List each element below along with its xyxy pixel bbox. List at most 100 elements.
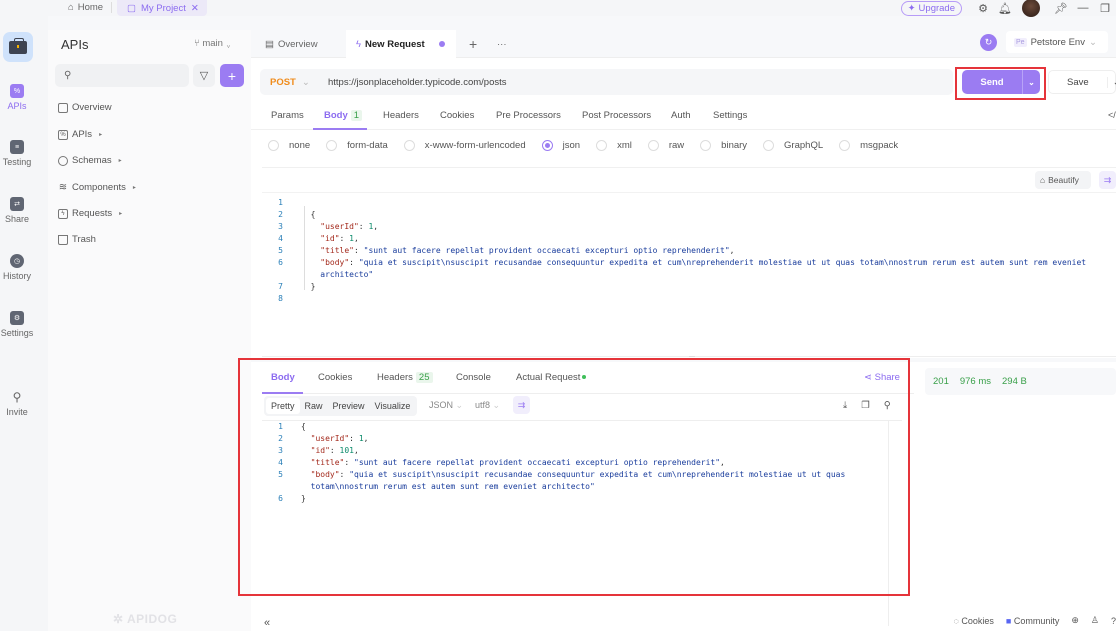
gear-icon[interactable]: ⚙ <box>972 2 994 15</box>
radio-json[interactable]: json <box>541 140 580 151</box>
help-icon[interactable]: ? <box>1111 616 1116 626</box>
rail-item-share[interactable]: ⇄ Share <box>0 197 34 224</box>
caret-right-icon: ▸ <box>99 132 103 138</box>
cookies-button[interactable]: ◌ Cookies <box>954 616 994 626</box>
radio-msgpack[interactable]: msgpack <box>839 140 898 151</box>
sidebar-item-components[interactable]: ≋ Components ▸ <box>58 182 136 193</box>
sidebar-item-label: Requests <box>72 208 113 219</box>
add-button[interactable]: + <box>220 64 244 87</box>
code-icon[interactable]: </ <box>1108 110 1116 120</box>
wrap-lines-button[interactable]: ⇉ <box>1099 171 1116 189</box>
tab-settings[interactable]: Settings <box>713 110 747 121</box>
code-line: 8 <box>262 293 1116 305</box>
code-text: "userId": 1, <box>320 222 379 231</box>
sidebar-item-schemas[interactable]: Schemas ▸ <box>58 155 122 166</box>
caret-right-icon: ▸ <box>132 185 136 191</box>
code-text: { <box>301 210 316 219</box>
community-button[interactable]: ■ Community <box>1006 616 1059 626</box>
unsaved-dot <box>438 41 445 47</box>
bell-icon[interactable]: 🔔︎ <box>994 2 1016 15</box>
sidebar-item-apis[interactable]: % APIs ▸ <box>58 129 102 140</box>
code-text: "id": 1, <box>320 234 359 243</box>
community-label: Community <box>1013 615 1060 626</box>
branch-selector[interactable]: ⑂ main ⌄ <box>194 38 231 49</box>
rail-item-apis[interactable]: % APIs <box>0 84 34 111</box>
home-icon: ⌂ <box>68 2 74 13</box>
upgrade-button[interactable]: ✦ Upgrade <box>900 0 962 16</box>
tab-cookies[interactable]: Cookies <box>440 110 474 121</box>
radio-binary[interactable]: binary <box>700 140 747 151</box>
chevron-down-icon: ⌄ <box>225 38 232 49</box>
tab-post-processors[interactable]: Post Processors <box>582 110 651 121</box>
apidog-watermark: ✲ APIDOG <box>113 612 178 626</box>
divider <box>111 2 112 13</box>
radio-raw[interactable]: raw <box>647 140 684 151</box>
rail-item-label: Share <box>4 214 30 224</box>
rail-item-settings[interactable]: ⚙ Settings <box>0 311 34 338</box>
chevron-down-icon[interactable]: ⌄ <box>1106 76 1116 88</box>
save-label: Save <box>1067 76 1089 88</box>
radio-x-www-form-urlencoded[interactable]: x-www-form-urlencoded <box>403 140 526 151</box>
tab-headers[interactable]: Headers <box>383 110 419 121</box>
avatar[interactable] <box>1022 0 1040 17</box>
sidebar-item-trash[interactable]: Trash <box>58 234 96 245</box>
upload-icon[interactable]: ⊕ <box>1071 615 1079 626</box>
search-input[interactable]: ⚲ <box>55 64 189 87</box>
line-number: 7 <box>278 282 283 291</box>
save-button[interactable]: Save ⌄ <box>1048 70 1116 94</box>
tab-overview[interactable]: ▤ Overview <box>255 30 328 58</box>
tab-bar: ▤ Overview ϟ New Request + ··· ↻ Pe Pets… <box>251 30 1116 58</box>
tab-label: Overview <box>277 38 318 50</box>
rail-item-label: Invite <box>6 407 28 417</box>
radio-none[interactable]: none <box>268 140 310 151</box>
radio-circle <box>541 140 553 151</box>
code-line: 1 <box>262 197 1116 209</box>
discord-icon: ■ <box>1005 615 1012 626</box>
filter-button[interactable]: ▽ <box>193 64 215 87</box>
new-tab-button[interactable]: + <box>459 30 487 58</box>
url-input[interactable]: https://jsonplaceholder.typicode.com/pos… <box>328 77 507 88</box>
api-icon: % <box>10 84 24 98</box>
request-body-editor[interactable]: 12 {3 "userId": 1, 4 "id": 1, 5 "title": "… <box>262 192 1116 357</box>
rail-item-testing[interactable]: ≡ Testing <box>0 140 34 167</box>
tab-auth[interactable]: Auth <box>671 110 691 121</box>
rail-item-label: Testing <box>2 157 32 167</box>
project-tab[interactable]: ▢ My Project ✕ <box>117 0 207 16</box>
environment-select[interactable]: Pe Petstore Env ⌄ <box>1006 31 1108 53</box>
radio-xml[interactable]: xml <box>596 140 632 151</box>
method-select[interactable]: POST ⌄ <box>260 77 318 88</box>
code-line: 4 "id": 1, <box>262 233 1116 245</box>
tab-body[interactable]: Body 1 <box>324 110 363 121</box>
history-icon: ◷ <box>10 254 24 268</box>
close-icon[interactable]: ✕ <box>191 3 199 14</box>
collapse-sidebar-icon[interactable]: « <box>264 617 270 629</box>
chevron-down-icon: ⌄ <box>1088 36 1097 48</box>
tab-new-request[interactable]: ϟ New Request <box>346 30 456 58</box>
tab-pre-processors[interactable]: Pre Processors <box>496 110 561 121</box>
radio-label: x-www-form-urlencoded <box>424 140 526 151</box>
rail-item-invite[interactable]: ⚲ Invite <box>0 390 34 417</box>
radio-graphql[interactable]: GraphQL <box>763 140 823 151</box>
shirt-icon[interactable]: ♙ <box>1091 615 1099 626</box>
radio-circle <box>839 140 851 151</box>
radio-circle <box>700 140 712 151</box>
request-tabs: Params Body 1 Headers Cookies Pre Process… <box>251 100 1116 130</box>
more-tabs-button[interactable]: ··· <box>487 30 517 58</box>
trash-icon <box>58 234 68 245</box>
home-tab[interactable]: ⌂ Home <box>68 0 103 15</box>
line-number <box>262 269 283 281</box>
beautify-button[interactable]: ⌂ Beautify <box>1035 171 1091 189</box>
status-bar: « ◌ Cookies ■ Community ⊕ ♙ ? <box>251 615 1116 631</box>
share-doc-icon: ⇄ <box>10 197 24 211</box>
tab-params[interactable]: Params <box>271 110 304 121</box>
sidebar-item-requests[interactable]: ϟ Requests ▸ <box>58 208 122 219</box>
rail-item-history[interactable]: ◷ History <box>0 254 34 281</box>
refresh-env-button[interactable]: ↻ <box>980 34 997 51</box>
pin-icon[interactable]: 📌︎ <box>1050 2 1072 15</box>
sidebar-item-overview[interactable]: Overview <box>58 102 112 113</box>
radio-form-data[interactable]: form-data <box>326 140 388 151</box>
maximize-icon[interactable]: ❐ <box>1094 2 1116 15</box>
beautify-label: Beautify <box>1048 175 1079 185</box>
minimize-icon[interactable]: — <box>1072 2 1094 14</box>
